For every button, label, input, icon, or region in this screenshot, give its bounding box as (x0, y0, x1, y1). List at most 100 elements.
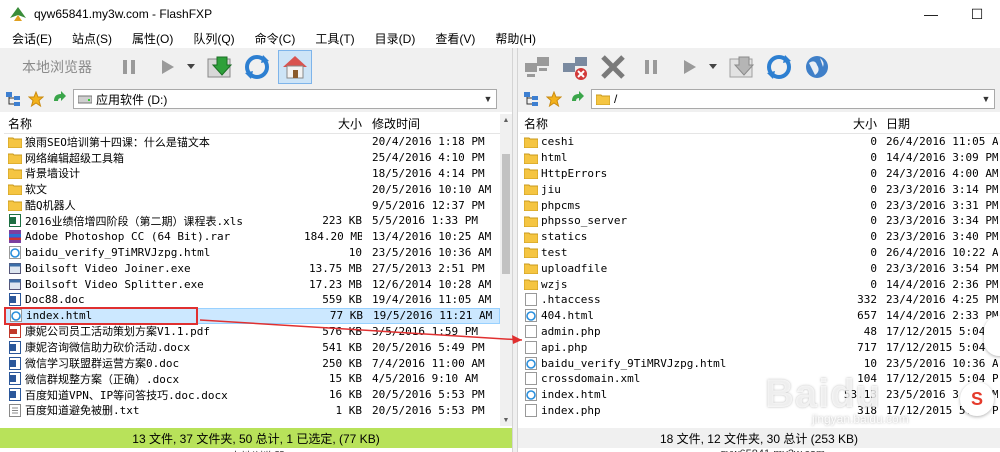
file-row[interactable]: 康妮咨询微信助力砍价活动.docx 541 KB 20/5/2016 5:49 PM (4, 339, 500, 355)
file-row[interactable]: statics 0 23/3/2016 3:40 PM (520, 229, 1000, 245)
file-row[interactable]: 软文 20/5/2016 10:10 AM (4, 181, 500, 197)
menu-item[interactable]: 工具(T) (303, 30, 362, 47)
remote-transfer-button[interactable] (672, 50, 706, 84)
file-row[interactable]: html 0 14/4/2016 3:09 PM (520, 150, 1000, 166)
file-row[interactable]: wzjs 0 14/4/2016 2:36 PM (520, 276, 1000, 292)
file-row[interactable]: ceshi 0 26/4/2016 11:05 AM (520, 134, 1000, 150)
menu-item[interactable]: 帮助(H) (483, 30, 544, 47)
remote-favorites-button[interactable] (544, 89, 564, 109)
remote-sites-tree-button[interactable] (521, 89, 541, 109)
minimize-button[interactable]: — (908, 0, 954, 28)
column-header-modified[interactable]: 修改时间 (372, 115, 500, 132)
file-row[interactable]: 背景墙设计 18/5/2016 4:14 PM (4, 166, 500, 182)
file-size: 0 (870, 261, 877, 275)
local-path-combo[interactable]: 应用软件 (D:) ▼ (73, 89, 497, 109)
parent-folder-button[interactable] (49, 89, 69, 109)
scroll-up-icon[interactable]: ▲ (500, 114, 512, 126)
remote-path-combo[interactable]: / ▼ (591, 89, 995, 109)
scroll-down-icon[interactable]: ▼ (500, 414, 512, 426)
remote-file-list[interactable]: 名称 大小 日期 ceshi 0 26/4/2016 11:05 AM html 0 14… (520, 114, 1000, 426)
local-scrollbar[interactable]: ▲ ▼ (500, 114, 512, 426)
menu-item[interactable]: 队列(Q) (181, 30, 242, 47)
menu-item[interactable]: 会话(E) (0, 30, 60, 47)
file-name: 百度知道避免被删.txt (25, 404, 140, 418)
file-row[interactable]: .htaccess 332 23/4/2016 4:25 PM (520, 292, 1000, 308)
file-row[interactable]: HttpErrors 0 24/3/2016 4:00 AM (520, 166, 1000, 182)
file-row[interactable]: 404.html 657 14/4/2016 2:33 PM (520, 308, 1000, 324)
disconnect-button[interactable] (558, 50, 592, 84)
file-row[interactable]: 微信群规整方案（正确）.docx 15 KB 4/5/2016 9:10 AM (4, 371, 500, 387)
file-date: 17/12/2015 5:04 PM (886, 324, 998, 338)
sogou-badge-icon[interactable]: S (960, 382, 994, 416)
file-name: test (541, 245, 568, 259)
maximize-button[interactable]: ☐ (954, 0, 1000, 28)
globe-button[interactable] (800, 50, 834, 84)
remote-pause-button[interactable] (634, 50, 668, 84)
remote-transfer-dropdown[interactable] (708, 64, 718, 70)
file-name-cell: 微信学习联盟群运营方案0.doc (8, 355, 308, 371)
transfer-dropdown[interactable] (186, 64, 196, 70)
scroll-thumb[interactable] (502, 154, 510, 274)
menu-item[interactable]: 命令(C) (243, 30, 304, 47)
floating-widget[interactable] (984, 316, 1000, 356)
file-row[interactable]: crossdomain.xml 104 17/12/2015 5:04 PM (520, 371, 1000, 387)
chevron-down-icon[interactable]: ▼ (480, 90, 496, 108)
home-button[interactable] (278, 50, 312, 84)
column-header-date[interactable]: 日期 (886, 115, 998, 132)
file-row[interactable]: api.php 717 17/12/2015 5:04 PM (520, 339, 1000, 355)
file-row[interactable]: Boilsoft Video Splitter.exe 17.23 MB 12/6/… (4, 276, 500, 292)
favorites-button[interactable] (26, 89, 46, 109)
file-row[interactable]: index.php 318 17/12/2015 5:04 PM (520, 403, 1000, 419)
file-row[interactable]: baidu_verify_9TiMRVJzpg.html 10 23/5/2016 … (4, 245, 500, 261)
file-row[interactable]: jiu 0 23/3/2016 3:14 PM (520, 181, 1000, 197)
file-row[interactable]: Boilsoft Video Joiner.exe 13.75 MB 27/5/20… (4, 260, 500, 276)
file-row[interactable]: 康妮公司员工活动策划方案V1.1.pdf 576 KB 3/5/2016 1:59 … (4, 324, 500, 340)
file-row[interactable]: 酷Q机器人 9/5/2016 12:37 PM (4, 197, 500, 213)
file-row[interactable]: 微信学习联盟群运营方案0.doc 250 KB 7/4/2016 11:00 AM (4, 355, 500, 371)
sites-tree-button[interactable] (3, 89, 23, 109)
abort-button[interactable] (596, 50, 630, 84)
file-name-cell: uploadfile (524, 262, 824, 275)
remote-pane-label: qyw65841.my3w.com (720, 448, 825, 452)
local-file-list[interactable]: 名称 大小 修改时间 狼雨SEO培训第十四课：什么是锚文本 20/4/2016 1… (4, 114, 500, 426)
chevron-down-icon[interactable]: ▼ (978, 90, 994, 108)
file-date: 23/3/2016 3:34 PM (886, 214, 998, 228)
file-name: admin.php (541, 324, 601, 338)
file-row[interactable]: uploadfile 0 23/3/2016 3:54 PM (520, 260, 1000, 276)
file-row[interactable]: 狼雨SEO培训第十四课：什么是锚文本 20/4/2016 1:18 PM (4, 134, 500, 150)
column-header-size[interactable]: 大小 (304, 115, 362, 132)
transfer-button[interactable] (150, 50, 184, 84)
remote-refresh-button[interactable] (762, 50, 796, 84)
menu-item[interactable]: 查看(V) (423, 30, 483, 47)
local-browser-label[interactable]: 本地浏览器 (22, 57, 92, 77)
file-row[interactable]: Doc88.doc 559 KB 19/4/2016 11:05 AM (4, 292, 500, 308)
remote-parent-folder-button[interactable] (567, 89, 587, 109)
file-row[interactable]: index.html 53.13 23/5/2016 3:03 PM (520, 387, 1000, 403)
file-row[interactable]: Adobe Photoshop CC (64 Bit).rar 184.20 MB… (4, 229, 500, 245)
file-row[interactable]: test 0 26/4/2016 10:22 AM (520, 245, 1000, 261)
change-folder-button[interactable] (202, 50, 236, 84)
file-name-cell: statics (524, 230, 824, 243)
file-row[interactable]: 网络编辑超级工具箱 25/4/2016 4:10 PM (4, 150, 500, 166)
file-row[interactable]: admin.php 48 17/12/2015 5:04 PM (520, 324, 1000, 340)
column-header-size[interactable]: 大小 (820, 115, 877, 132)
connect-button[interactable] (520, 50, 554, 84)
menu-item[interactable]: 属性(O) (120, 30, 181, 47)
file-row[interactable]: baidu_verify_9TiMRVJzpg.html 10 23/5/2016 … (520, 355, 1000, 371)
remote-change-folder-button[interactable] (724, 50, 758, 84)
refresh-button[interactable] (240, 50, 274, 84)
file-name: wzjs (541, 277, 568, 291)
pause-button[interactable] (112, 50, 146, 84)
menu-item[interactable]: 站点(S) (60, 30, 120, 47)
file-date: 14/4/2016 2:36 PM (886, 277, 998, 291)
file-row[interactable]: 2016业绩倍增四阶段（第二期）课程表.xls 223 KB 5/5/2016 1:… (4, 213, 500, 229)
file-row[interactable]: 百度知道避免被删.txt 1 KB 20/5/2016 5:53 PM (4, 403, 500, 419)
file-row[interactable]: 百度知道VPN、IP等问答技巧.doc.docx 16 KB 20/5/2016 5… (4, 387, 500, 403)
file-name: Adobe Photoshop CC (64 Bit).rar (25, 230, 231, 244)
file-name: 背景墙设计 (25, 167, 80, 181)
file-row[interactable]: phpsso_server 0 23/3/2016 3:34 PM (520, 213, 1000, 229)
column-header-name[interactable]: 名称 (8, 115, 308, 132)
menu-item[interactable]: 目录(D) (363, 30, 424, 47)
file-row[interactable]: phpcms 0 23/3/2016 3:31 PM (520, 197, 1000, 213)
column-header-name[interactable]: 名称 (524, 115, 824, 132)
